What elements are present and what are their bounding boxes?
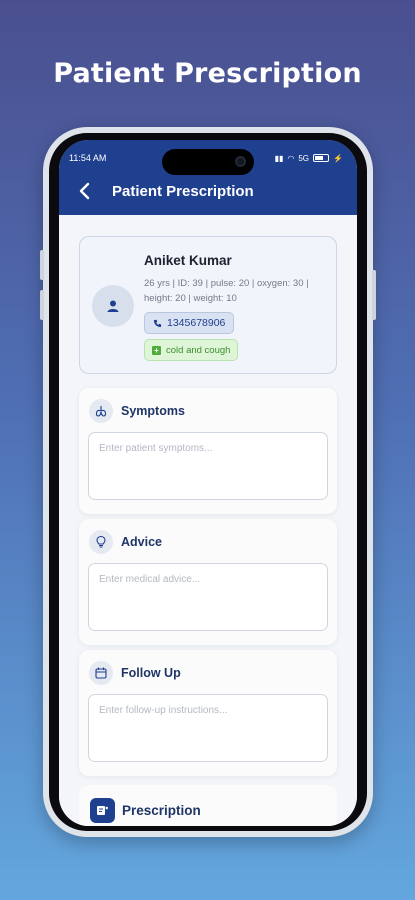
prescription-title: Prescription [122, 803, 201, 818]
phone-number: 1345678906 [167, 317, 226, 329]
follow-up-section: Follow Up Enter follow-up instructions..… [79, 650, 337, 776]
app-screen: 11:54 AM ▮▮ ◠ 5G ⚡ Patient Prescription … [59, 140, 357, 826]
charging-icon: ⚡ [333, 153, 343, 163]
signal-icon: ▮▮ [274, 153, 284, 163]
symptoms-section: Symptoms Enter patient symptoms... [79, 388, 337, 514]
volume-down-button [40, 290, 44, 320]
symptoms-title: Symptoms [121, 404, 185, 418]
volume-up-button [40, 250, 44, 280]
prescription-section: Prescription [79, 785, 337, 826]
medical-plus-icon: + [152, 345, 161, 355]
network-label: 5G [298, 153, 310, 163]
lungs-icon [89, 399, 113, 423]
main-content: Aniket Kumar 26 yrs | ID: 39 | pulse: 20… [59, 215, 357, 826]
avatar [92, 285, 134, 327]
patient-card: Aniket Kumar 26 yrs | ID: 39 | pulse: 20… [79, 236, 337, 374]
condition-label: cold and cough [166, 344, 231, 356]
promo-title: Patient Prescription [53, 58, 362, 89]
advice-section: Advice Enter medical advice... [79, 519, 337, 645]
status-time: 11:54 AM [69, 153, 107, 163]
patient-meta: 26 yrs | ID: 39 | pulse: 20 | oxygen: 30… [144, 278, 309, 304]
symptoms-input[interactable]: Enter patient symptoms... [88, 432, 328, 500]
power-button [372, 270, 376, 320]
back-button[interactable] [78, 182, 98, 202]
page-title: Patient Prescription [112, 183, 254, 200]
prescription-icon [90, 798, 115, 823]
follow-up-input[interactable]: Enter follow-up instructions... [88, 694, 328, 762]
camera-notch [162, 149, 254, 175]
user-icon [107, 300, 119, 312]
app-header: 11:54 AM ▮▮ ◠ 5G ⚡ Patient Prescription [59, 140, 357, 215]
patient-name: Aniket Kumar [144, 253, 232, 268]
chevron-left-icon [79, 182, 90, 200]
lightbulb-icon [89, 530, 113, 554]
advice-title: Advice [121, 535, 162, 549]
follow-up-title: Follow Up [121, 666, 181, 680]
status-indicators: ▮▮ ◠ 5G ⚡ [275, 154, 343, 163]
wifi-icon: ◠ [287, 153, 295, 163]
phone-icon [153, 319, 162, 327]
battery-icon [313, 154, 330, 162]
calendar-icon [89, 661, 113, 685]
condition-badge: + cold and cough [144, 339, 239, 361]
advice-input[interactable]: Enter medical advice... [88, 563, 328, 631]
phone-badge[interactable]: 1345678906 [144, 312, 235, 334]
